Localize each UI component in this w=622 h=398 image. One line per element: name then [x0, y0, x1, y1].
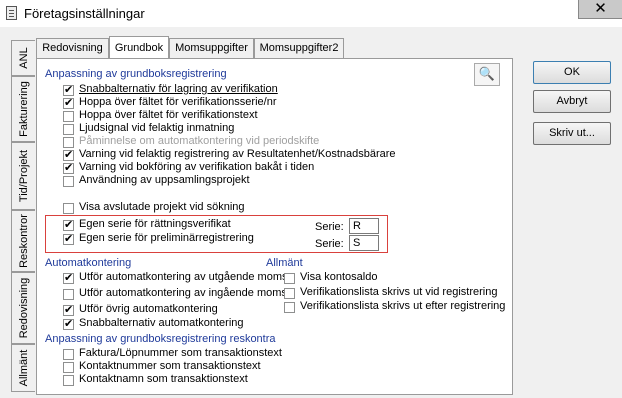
- option-label: Hoppa över fältet för verifikationstext: [79, 109, 258, 121]
- vtab-label: Allmänt: [17, 349, 30, 387]
- checkbox[interactable]: [63, 124, 74, 135]
- vtab-reskontror[interactable]: Reskontror: [11, 210, 35, 272]
- vtab-anl[interactable]: ANL: [11, 40, 35, 76]
- close-window-button[interactable]: ✕: [578, 0, 622, 19]
- serie-label-rattning: Serie:: [315, 221, 344, 233]
- checkbox[interactable]: [284, 288, 295, 299]
- vtab-label: Fakturering: [17, 81, 30, 137]
- checkbox[interactable]: [63, 148, 74, 162]
- option-label: Hoppa över fältet för verifikationsserie…: [79, 96, 277, 108]
- vtab-label: Reskontror: [17, 214, 30, 268]
- option-label: Påminnelse om automatkontering vid perio…: [79, 135, 320, 147]
- checkbox[interactable]: [63, 96, 74, 110]
- binoculars-glyph: 🔍: [478, 66, 496, 81]
- option-label: Verifikationslista skrivs ut vid registr…: [300, 286, 498, 298]
- checkbox[interactable]: [63, 317, 74, 331]
- option-label: Visa kontosaldo: [300, 271, 378, 283]
- option-label: Snabbalternativ för lagring av verifikat…: [79, 83, 278, 95]
- option-label: Visa avslutade projekt vid sökning: [79, 201, 245, 213]
- serie-label-prelim: Serie:: [315, 238, 344, 250]
- option-label: Kontaktnummer som transaktionstext: [79, 360, 261, 372]
- vtab-label: Tid/Projekt: [17, 149, 30, 203]
- ok-button[interactable]: OK: [533, 61, 611, 84]
- vtab-label: Redovisning: [17, 277, 30, 339]
- group-title-allmant: Allmänt: [266, 257, 303, 269]
- checkbox[interactable]: [63, 83, 74, 97]
- option-label: Utför automatkontering av utgående moms: [79, 271, 288, 283]
- tab-redovisning[interactable]: Redovisning: [36, 38, 109, 58]
- vtab-fakturering[interactable]: Fakturering: [11, 76, 35, 142]
- title-bar: Företagsinställningar ✕: [0, 0, 622, 27]
- option-label: Kontaktnamn som transaktionstext: [79, 373, 248, 385]
- serie-input-prelim[interactable]: [349, 235, 379, 251]
- serie-input-rattning[interactable]: [349, 218, 379, 234]
- checkbox[interactable]: [63, 232, 74, 246]
- checkbox[interactable]: [63, 203, 74, 214]
- vtab-allmant[interactable]: Allmänt: [11, 344, 35, 392]
- checkbox[interactable]: [63, 349, 74, 360]
- vtab-tidprojekt[interactable]: Tid/Projekt: [11, 142, 35, 210]
- option-label: Ljudsignal vid felaktig inmatning: [79, 122, 235, 134]
- window-title: Företagsinställningar: [24, 6, 145, 21]
- option-label: Faktura/Löpnummer som transaktionstext: [79, 347, 282, 359]
- option-label: Snabbalternativ automatkontering: [79, 317, 244, 329]
- cancel-button[interactable]: Avbryt: [533, 90, 611, 113]
- vtab-redovisning[interactable]: Redovisning: [11, 272, 35, 344]
- print-button[interactable]: Skriv ut...: [533, 122, 611, 145]
- option-label: Varning vid felaktig registrering av Res…: [79, 148, 396, 160]
- group-title-automatkontering: Automatkontering: [45, 257, 132, 269]
- group-title-reskontra: Anpassning av grundboksregistrering resk…: [45, 333, 276, 345]
- checkbox[interactable]: [63, 303, 74, 317]
- checkbox[interactable]: [63, 362, 74, 373]
- document-icon: [6, 6, 17, 20]
- option-label: Egen serie för rättningsverifikat: [79, 218, 231, 230]
- option-label: Utför övrig automatkontering: [79, 303, 218, 315]
- checkbox[interactable]: [63, 218, 74, 232]
- tab-grundbok[interactable]: Grundbok: [109, 36, 169, 58]
- checkbox[interactable]: [63, 137, 74, 148]
- checkbox[interactable]: [63, 111, 74, 122]
- vtab-label: ANL: [17, 47, 30, 69]
- option-label: Användning av uppsamlingsprojekt: [79, 174, 250, 186]
- checkbox[interactable]: [63, 375, 74, 386]
- checkbox[interactable]: [284, 302, 295, 313]
- binoculars-icon[interactable]: 🔍: [474, 63, 500, 86]
- tab-momsuppgifter[interactable]: Momsuppgifter: [169, 38, 254, 58]
- checkbox[interactable]: [63, 161, 74, 175]
- checkbox[interactable]: [63, 176, 74, 187]
- checkbox[interactable]: [63, 271, 74, 285]
- option-label: Varning vid bokföring av verifikation ba…: [79, 161, 315, 173]
- checkbox[interactable]: [284, 273, 295, 284]
- tab-momsuppgifter2[interactable]: Momsuppgifter2: [254, 38, 344, 58]
- checkbox[interactable]: [63, 289, 74, 300]
- option-label: Utför automatkontering av ingående moms: [79, 287, 287, 299]
- group-title-grundbok: Anpassning av grundboksregistrering: [45, 68, 227, 80]
- option-label: Egen serie för preliminärregistrering: [79, 232, 254, 244]
- option-label: Verifikationslista skrivs ut efter regis…: [300, 300, 506, 312]
